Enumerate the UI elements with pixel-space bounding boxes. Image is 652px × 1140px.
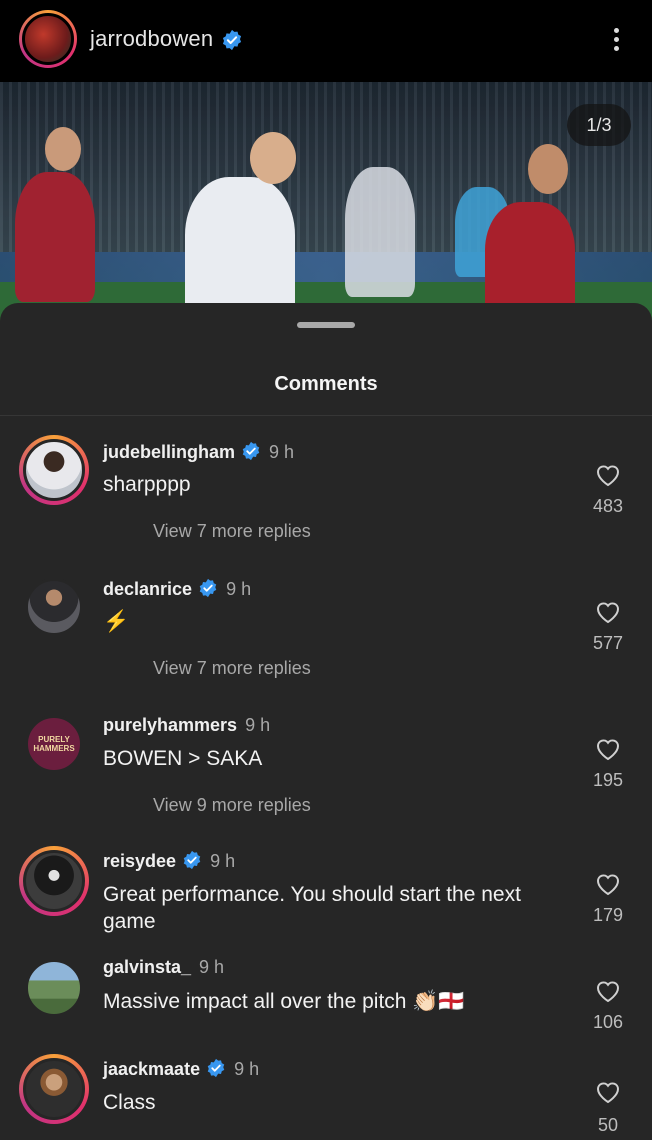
comment-username[interactable]: galvinsta_ (103, 957, 191, 977)
like-button[interactable] (592, 600, 624, 624)
comment-text: Great performance. You should start the … (103, 883, 521, 933)
comment-text: ⚡ (103, 610, 130, 633)
view-replies-link[interactable]: View 7 more replies (153, 521, 311, 542)
comment-text: sharpppp (103, 473, 191, 496)
divider (0, 415, 652, 416)
heart-icon (596, 465, 620, 487)
verified-badge-icon (222, 29, 242, 51)
avatar[interactable] (19, 846, 89, 916)
like-count: 179 (592, 905, 624, 925)
comment-username[interactable]: reisydee (103, 851, 176, 871)
like-button[interactable] (592, 463, 624, 487)
like-count: 483 (592, 496, 624, 516)
comment-text: Class (103, 1091, 156, 1114)
profile-avatar[interactable] (19, 10, 77, 68)
comment-username[interactable]: jaackmaate (103, 1059, 200, 1079)
like-count: 577 (592, 633, 624, 653)
drag-handle[interactable] (297, 322, 355, 328)
heart-icon (596, 1082, 620, 1104)
like-count: 50 (597, 1115, 619, 1135)
comment-time: 9 h (234, 1059, 260, 1079)
comment-text: Massive impact all over the pitch 👏🏻🏴󠁧󠁢󠁥… (103, 990, 465, 1013)
verified-badge-icon (207, 1058, 225, 1078)
heart-icon (596, 602, 620, 624)
post-image[interactable] (0, 82, 652, 322)
more-vertical-icon[interactable] (604, 24, 628, 56)
comment-text: BOWEN > SAKA (103, 747, 263, 770)
comment-time: 9 h (210, 851, 236, 871)
comment-time: 9 h (245, 715, 271, 735)
like-button[interactable] (592, 979, 624, 1003)
comments-sheet: Comments judebellingham 9 h sharpppp View… (0, 303, 652, 1140)
avatar[interactable]: PURELY HAMMERS (19, 709, 89, 779)
avatar[interactable] (19, 953, 89, 1023)
like-count: 106 (592, 1012, 624, 1032)
like-button[interactable] (592, 1080, 624, 1104)
like-button[interactable] (592, 872, 624, 896)
image-counter: 1/3 (567, 104, 631, 146)
comment-username[interactable]: judebellingham (103, 442, 235, 462)
post-header: jarrodbowen (0, 0, 652, 82)
like-count: 195 (592, 770, 624, 790)
verified-badge-icon (242, 441, 260, 461)
verified-badge-icon (199, 578, 217, 598)
comment-username[interactable]: declanrice (103, 579, 192, 599)
view-replies-link[interactable]: View 9 more replies (153, 795, 311, 816)
avatar-logo-text: PURELY HAMMERS (33, 735, 75, 753)
post-username[interactable]: jarrodbowen (90, 26, 213, 52)
avatar[interactable] (19, 1054, 89, 1124)
avatar[interactable] (19, 572, 89, 642)
view-replies-link[interactable]: View 7 more replies (153, 658, 311, 679)
like-button[interactable] (592, 737, 624, 761)
heart-icon (596, 874, 620, 896)
comment-time: 9 h (269, 442, 295, 462)
comment-username[interactable]: purelyhammers (103, 715, 237, 735)
heart-icon (596, 981, 620, 1003)
sheet-title: Comments (274, 373, 378, 395)
avatar[interactable] (19, 435, 89, 505)
heart-icon (596, 739, 620, 761)
comment-time: 9 h (199, 957, 225, 977)
verified-badge-icon (183, 850, 201, 870)
comment-time: 9 h (226, 579, 252, 599)
